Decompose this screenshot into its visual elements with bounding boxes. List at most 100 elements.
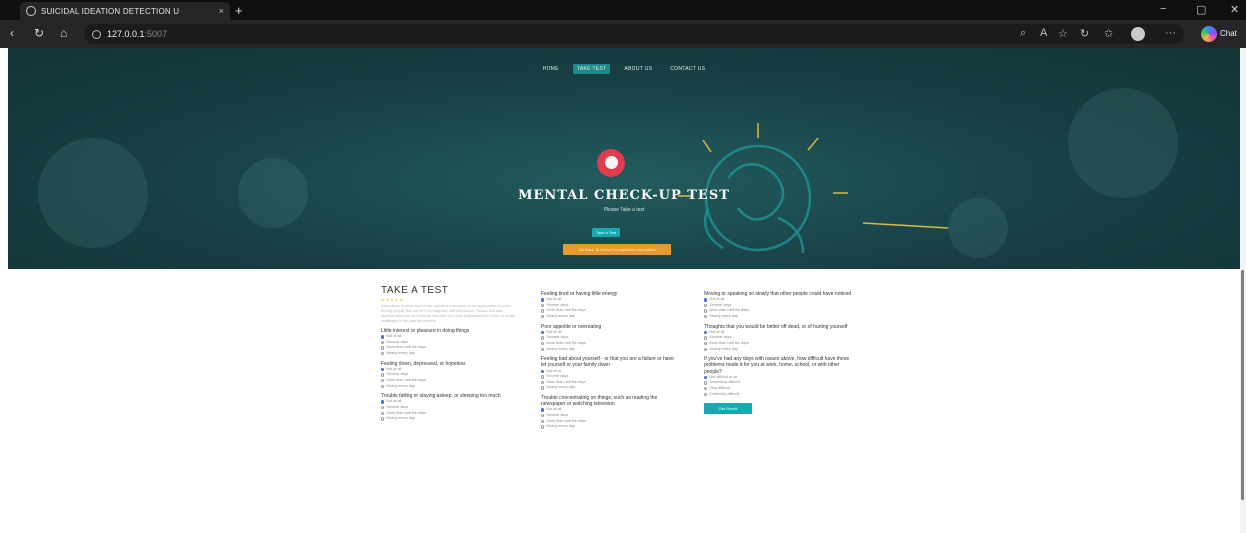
radio-unchecked-icon[interactable] — [704, 336, 708, 340]
page-title: MENTAL CHECK-UP TEST — [518, 188, 730, 203]
tab-close-icon[interactable]: × — [219, 6, 224, 16]
radio-unchecked-icon[interactable] — [541, 375, 545, 379]
test-instructions: Instructions: Answer each of the questio… — [381, 304, 516, 323]
hero-section: HOME TAKE TEST ABOUT US CONTACT US MENTA… — [8, 48, 1240, 269]
url-port: :5007 — [144, 29, 168, 39]
answer-option[interactable]: Extremely difficult — [704, 392, 854, 398]
radio-unchecked-icon[interactable] — [704, 303, 708, 308]
radio-unchecked-icon[interactable] — [381, 346, 385, 350]
radio-checked-icon[interactable] — [541, 369, 545, 374]
window-close-icon[interactable]: ✕ — [1230, 3, 1239, 16]
favorite-icon[interactable]: ☆ — [1058, 27, 1068, 40]
radio-unchecked-icon[interactable] — [381, 406, 385, 410]
test-column-3: Moving or speaking so slowly that other … — [704, 291, 854, 415]
radio-unchecked-icon[interactable] — [704, 387, 708, 391]
question-block: If you've had any days with issues above… — [704, 356, 854, 397]
radio-unchecked-icon[interactable] — [704, 381, 708, 385]
radio-unchecked-icon[interactable] — [541, 309, 545, 313]
test-column-2: Feeling tired or having little energy Not… — [541, 291, 676, 430]
radio-unchecked-icon[interactable] — [704, 392, 708, 397]
radio-unchecked-icon[interactable] — [704, 347, 708, 352]
question-block: Trouble concentrating on things, such as… — [541, 395, 676, 430]
radio-unchecked-icon[interactable] — [541, 315, 545, 319]
url-host: 127.0.0.1 — [107, 29, 145, 39]
question-block: Feeling tired or having little energy Not… — [541, 291, 676, 320]
radio-unchecked-icon[interactable] — [381, 379, 385, 383]
radio-unchecked-icon[interactable] — [541, 380, 545, 385]
radio-checked-icon[interactable] — [704, 375, 708, 380]
radio-unchecked-icon[interactable] — [381, 417, 385, 421]
read-aloud-icon[interactable]: A — [1040, 27, 1047, 39]
radio-checked-icon[interactable] — [541, 408, 545, 412]
minimize-icon[interactable]: − — [1160, 3, 1166, 15]
nav-take-test[interactable]: TAKE TEST — [572, 64, 611, 74]
radio-checked-icon[interactable] — [381, 400, 385, 404]
radio-unchecked-icon[interactable] — [381, 352, 385, 356]
radio-unchecked-icon[interactable] — [704, 342, 708, 346]
answer-option-label: Nearly every day — [546, 385, 575, 390]
radio-unchecked-icon[interactable] — [541, 414, 545, 418]
nav-contact-us[interactable]: CONTACT US — [666, 64, 709, 74]
refresh-icon[interactable]: ↻ — [34, 26, 44, 40]
answer-option[interactable]: Nearly every day — [541, 314, 676, 320]
answer-option[interactable]: Nearly every day — [704, 314, 854, 320]
radio-unchecked-icon[interactable] — [381, 373, 385, 377]
radio-checked-icon[interactable] — [381, 367, 385, 372]
question-text: Thoughts that you would be better off de… — [704, 323, 848, 330]
radio-unchecked-icon[interactable] — [381, 340, 385, 345]
radio-unchecked-icon[interactable] — [541, 336, 545, 340]
answer-option[interactable]: Nearly every day — [381, 416, 516, 422]
address-bar[interactable]: 127.0.0.1 :5007 — [84, 24, 1184, 44]
scrollbar-thumb[interactable] — [1241, 270, 1244, 500]
question-block: Moving or speaking so slowly that other … — [704, 291, 854, 320]
answer-option[interactable]: Nearly every day — [541, 385, 676, 391]
nav-home[interactable]: HOME — [539, 64, 563, 74]
answer-option[interactable]: Nearly every day — [541, 424, 676, 430]
new-tab-icon[interactable]: + — [235, 3, 243, 18]
radio-unchecked-icon[interactable] — [704, 315, 708, 319]
refresh-page-icon[interactable]: ↻ — [1080, 27, 1089, 40]
answer-option[interactable]: Nearly every day — [381, 384, 516, 390]
bokeh-decoration — [1068, 88, 1178, 198]
maximize-icon[interactable]: ▢ — [1196, 3, 1206, 16]
question-block: Feeling down, depressed, or hopeless Not … — [381, 361, 516, 390]
radio-checked-icon[interactable] — [541, 298, 545, 302]
get-result-button[interactable]: Get Result — [704, 403, 752, 415]
globe-icon — [26, 6, 36, 16]
browser-tab-bar: SUICIDAL IDEATION DETECTION U × + − ▢ ✕ — [0, 0, 1246, 20]
radio-unchecked-icon[interactable] — [541, 347, 545, 352]
test-column-1: TAKE A TEST ★★★★★ Instructions: Answer e… — [381, 285, 516, 422]
profile-avatar[interactable] — [1131, 27, 1145, 41]
radio-checked-icon[interactable] — [704, 330, 708, 335]
radio-unchecked-icon[interactable] — [541, 386, 545, 390]
question-block: Trouble falling or staying asleep, or sl… — [381, 393, 516, 422]
radio-unchecked-icon[interactable] — [541, 342, 545, 346]
answer-option-label: Nearly every day — [386, 416, 415, 421]
site-info-icon[interactable] — [92, 29, 101, 39]
zoom-icon[interactable]: ⌕ — [1020, 27, 1026, 40]
radio-unchecked-icon[interactable] — [541, 419, 545, 424]
radio-checked-icon[interactable] — [704, 298, 708, 302]
favorites-icon[interactable]: ✩ — [1104, 27, 1113, 40]
copilot-icon[interactable] — [1201, 26, 1217, 42]
answer-option[interactable]: Nearly every day — [541, 347, 676, 353]
answer-option[interactable]: Nearly every day — [381, 351, 516, 357]
nav-about-us[interactable]: ABOUT US — [620, 64, 656, 74]
radio-unchecked-icon[interactable] — [381, 411, 385, 416]
answer-option[interactable]: Nearly every day — [704, 347, 854, 353]
answer-option-label: Nearly every day — [386, 383, 415, 388]
home-updates-button[interactable]: Go Back To Home For Updated Information — [563, 244, 671, 255]
radio-unchecked-icon[interactable] — [541, 425, 545, 429]
radio-checked-icon[interactable] — [381, 335, 385, 339]
more-menu-icon[interactable]: ··· — [1165, 27, 1176, 39]
radio-unchecked-icon[interactable] — [541, 303, 545, 308]
take-test-button[interactable]: Take a Test — [592, 228, 620, 237]
radio-checked-icon[interactable] — [541, 330, 545, 335]
radio-unchecked-icon[interactable] — [704, 309, 708, 313]
back-icon[interactable]: ‹ — [10, 26, 14, 40]
home-icon[interactable]: ⌂ — [60, 26, 67, 40]
rating-stars: ★★★★★ — [381, 297, 404, 302]
copilot-label[interactable]: Chat — [1220, 29, 1237, 38]
radio-unchecked-icon[interactable] — [381, 384, 385, 389]
browser-tab[interactable]: SUICIDAL IDEATION DETECTION U × — [20, 2, 230, 20]
